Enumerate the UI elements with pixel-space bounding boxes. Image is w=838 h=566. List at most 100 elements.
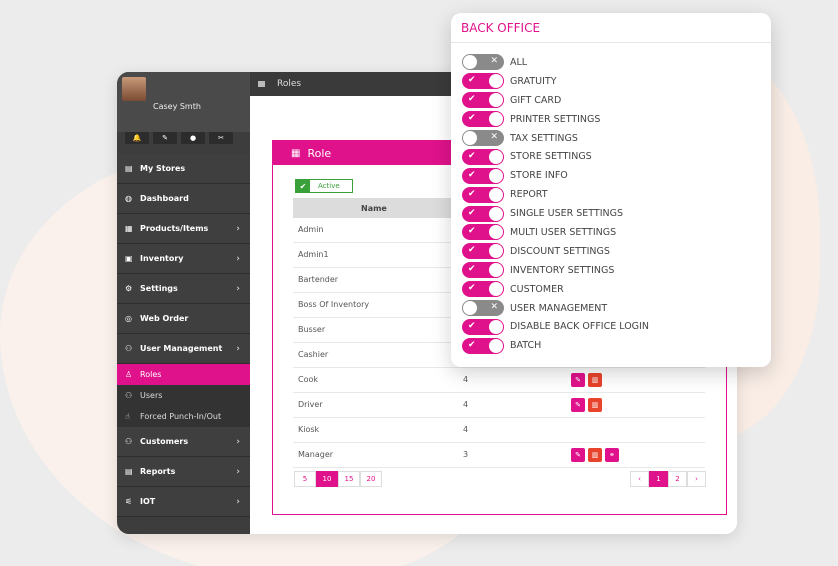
active-label: Active (318, 182, 340, 190)
page-button[interactable]: 1 (649, 471, 668, 487)
toggle-label: STORE SETTINGS (510, 151, 592, 163)
edit-button[interactable]: ✎ (571, 373, 585, 387)
panel-title: Role (307, 146, 332, 160)
table-row[interactable]: Kiosk 4 (293, 418, 705, 443)
sidebar-item[interactable]: ▤ Reports › (117, 457, 250, 487)
page-size-option[interactable]: 15 (338, 471, 360, 487)
users-icon: ⚇ (125, 391, 133, 400)
check-icon: ✔ (468, 339, 476, 350)
link-button[interactable]: ⚭ (605, 448, 619, 462)
sidebar-subitem[interactable]: ☝ Forced Punch-In/Out (117, 406, 250, 427)
toggle-knob (489, 206, 503, 221)
user-icon: ♙ (125, 370, 133, 379)
permission-toggle[interactable]: ✔ (462, 111, 504, 128)
toggle-knob (489, 319, 503, 334)
inventory-icon: ▣ (125, 254, 133, 263)
page-button[interactable]: ‹ (630, 471, 649, 487)
permission-toggle[interactable]: ✕ (462, 54, 504, 71)
toggle-label: BATCH (510, 340, 542, 352)
table-row[interactable]: Cook 4 ✎ ▥ (293, 368, 705, 393)
check-icon: ✔ (468, 264, 476, 275)
sidebar-item[interactable]: ⚙ Settings › (117, 274, 250, 304)
toggle-knob (489, 244, 503, 259)
toggle-knob (463, 301, 477, 316)
check-icon: ✔ (468, 75, 476, 86)
user-name: Casey Smth (153, 102, 201, 111)
check-icon: ✔ (468, 169, 476, 180)
sidebar: Casey Smth 🔔 ✎ ● ✂ ▤ My Stores ◍ Dashboard ▦ Pro… (117, 72, 250, 534)
sidebar-item[interactable]: ⚇ User Management › (117, 334, 250, 364)
permission-toggle[interactable]: ✔ (462, 73, 504, 90)
sidebar-item-label: IOT (140, 497, 156, 506)
permission-toggle[interactable]: ✔ (462, 262, 504, 279)
page-size-option[interactable]: 5 (294, 471, 316, 487)
table-row[interactable]: Manager 3 ✎ ▥ ⚭ (293, 443, 705, 468)
permission-toggle[interactable]: ✕ (462, 130, 504, 146)
delete-button[interactable]: ▥ (588, 398, 602, 412)
permission-toggle[interactable]: ✔ (462, 224, 504, 241)
menu-icon[interactable] (258, 81, 265, 87)
permission-toggle[interactable]: ✔ (462, 337, 504, 354)
avatar[interactable] (122, 77, 146, 101)
permission-toggle[interactable]: ✔ (462, 205, 504, 222)
permission-toggle[interactable]: ✔ (462, 92, 504, 109)
sidebar-item[interactable]: ▦ Products/Items › (117, 214, 250, 244)
page-button[interactable]: 2 (668, 471, 687, 487)
permission-toggle[interactable]: ✔ (462, 167, 504, 184)
check-icon: ✔ (468, 283, 476, 294)
sidebar-item[interactable]: ▣ Inventory › (117, 244, 250, 274)
page-size-option[interactable]: 10 (316, 471, 338, 487)
back-office-popup: BACK OFFICE ✕ ALL ✔ GRATUITY ✔ GIFT CARD ✔ PRIN… (451, 13, 771, 367)
toggle-knob (489, 282, 503, 297)
sidebar-item[interactable]: ▤ My Stores (117, 154, 250, 184)
check-icon: ✔ (468, 245, 476, 256)
products-icon: ▦ (125, 224, 133, 233)
dashboard-icon: ◍ (125, 194, 132, 203)
check-icon: ✔ (468, 320, 476, 331)
edit-button[interactable]: ✎ (571, 398, 585, 412)
sidebar-item[interactable]: ◎ Web Order (117, 304, 250, 334)
toggle-row: ✔ MULTI USER SETTINGS (462, 223, 649, 242)
delete-button[interactable]: ▥ (588, 373, 602, 387)
check-icon: ✔ (468, 150, 476, 161)
active-filter-button[interactable]: ✔ Active (295, 179, 353, 193)
table-row[interactable]: Driver 4 ✎ ▥ (293, 393, 705, 418)
sidebar-item-label: Reports (140, 467, 176, 476)
user-block: Casey Smth (117, 72, 250, 132)
sidebar-item-label: Inventory (140, 254, 184, 263)
permission-toggle[interactable]: ✕ (462, 300, 504, 317)
sidebar-subitem[interactable]: ⚇ Users (117, 385, 250, 406)
chevron-right-icon: › (236, 496, 240, 507)
page-size-option[interactable]: 20 (360, 471, 382, 487)
row-actions: ✎ ▥ (571, 398, 602, 412)
wrench-icon[interactable]: ✎ (153, 132, 177, 144)
permission-toggle[interactable]: ✔ (462, 318, 504, 335)
toggle-row: ✔ CUSTOMER (462, 280, 649, 299)
eye-icon[interactable]: ● (181, 132, 205, 144)
role-name: Driver (298, 400, 323, 409)
toggle-row: ✔ STORE INFO (462, 166, 649, 185)
toggle-label: CUSTOMER (510, 283, 564, 295)
edit-button[interactable]: ✎ (571, 448, 585, 462)
sidebar-subitem[interactable]: ♙ Roles (117, 364, 250, 385)
page-button[interactable]: › (687, 471, 706, 487)
sidebar-item[interactable]: ⚇ Customers › (117, 427, 250, 457)
sidebar-item[interactable]: ⚟ IOT › (117, 487, 250, 517)
toggle-list: ✕ ALL ✔ GRATUITY ✔ GIFT CARD ✔ PRINTER SETTINGS… (462, 53, 649, 355)
scissors-icon[interactable]: ✂ (209, 132, 233, 144)
toggle-knob (489, 263, 503, 278)
toggle-row: ✔ DISABLE BACK OFFICE LOGIN (462, 317, 649, 336)
permission-toggle[interactable]: ✔ (462, 281, 504, 298)
check-icon: ✔ (468, 94, 476, 105)
role-name: Cashier (298, 350, 329, 359)
column-header-name[interactable]: Name (361, 204, 387, 213)
delete-button[interactable]: ▥ (588, 448, 602, 462)
chevron-right-icon: › (236, 466, 240, 477)
permission-toggle[interactable]: ✔ (462, 243, 504, 260)
bell-icon[interactable]: 🔔 (125, 132, 149, 144)
pagination: ‹ 1 2 › (630, 471, 706, 487)
permission-toggle[interactable]: ✔ (462, 148, 504, 165)
chevron-right-icon: › (236, 283, 240, 294)
permission-toggle[interactable]: ✔ (462, 186, 504, 203)
sidebar-item[interactable]: ◍ Dashboard (117, 184, 250, 214)
